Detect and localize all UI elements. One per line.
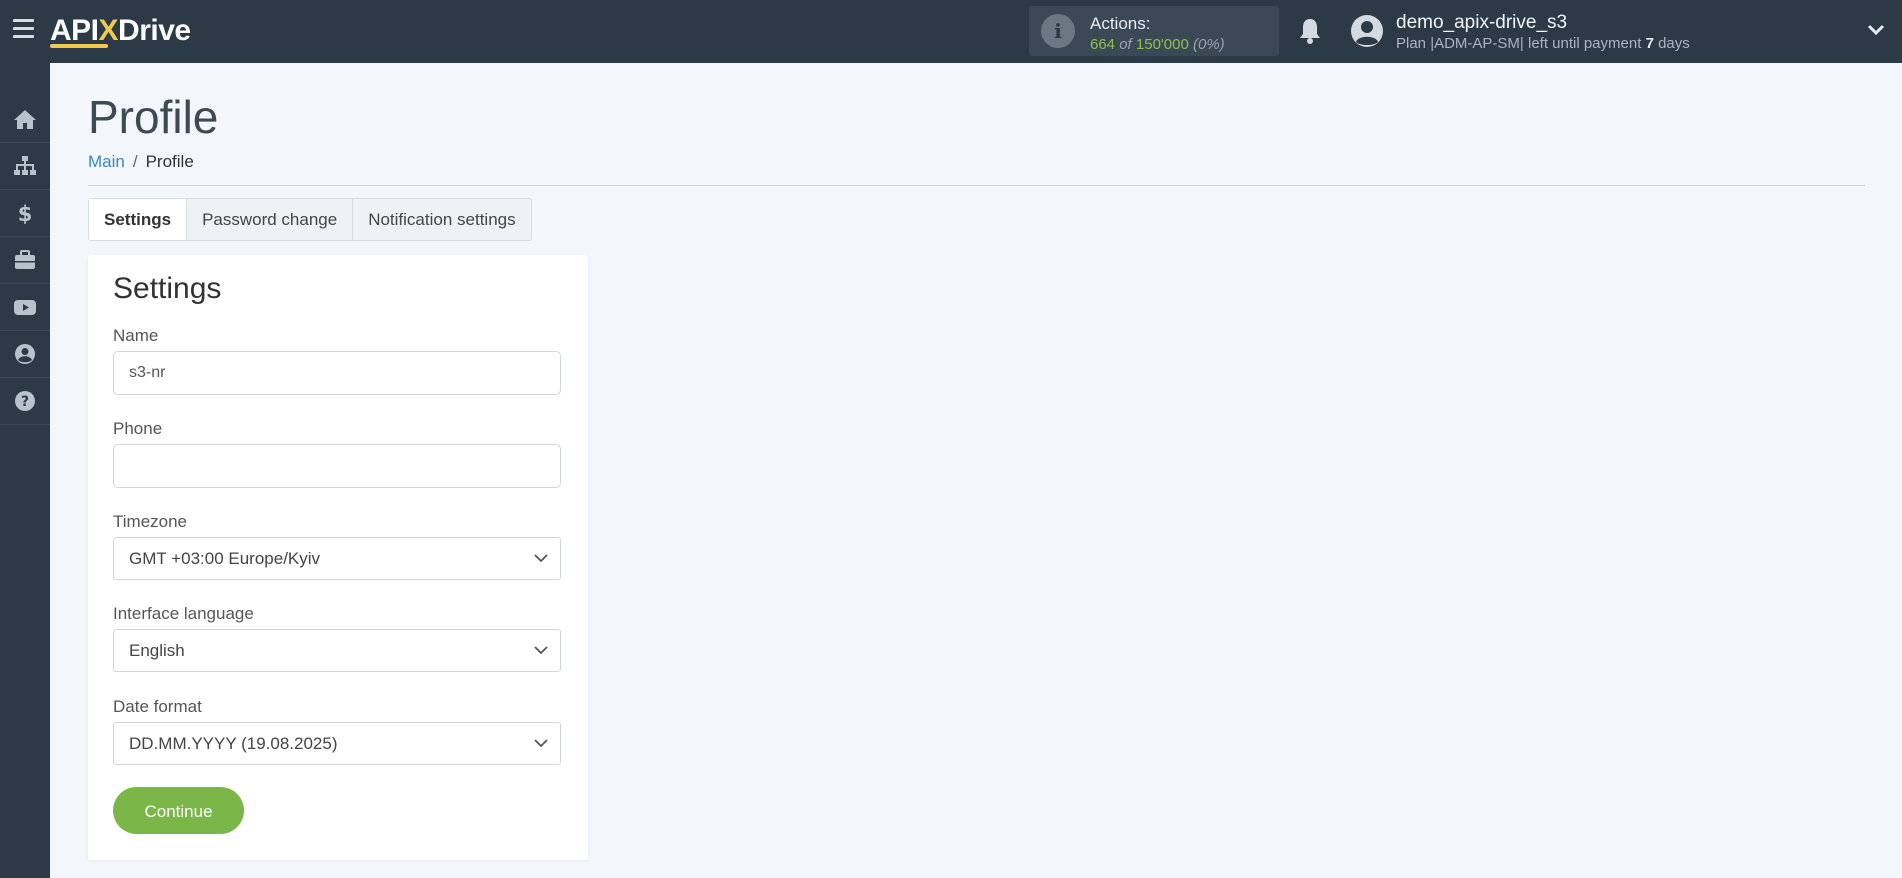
- breadcrumb-current: Profile: [145, 152, 194, 171]
- chevron-down-icon[interactable]: [1866, 22, 1886, 38]
- youtube-icon: [14, 300, 36, 315]
- actions-label: Actions:: [1090, 14, 1151, 33]
- sidebar-item-services[interactable]: [0, 237, 50, 284]
- timezone-value: GMT +03:00 Europe/Kyiv: [129, 549, 321, 568]
- name-field[interactable]: [113, 351, 561, 395]
- sidebar: $ ?: [0, 63, 50, 878]
- timezone-select[interactable]: GMT +03:00 Europe/Kyiv: [113, 537, 561, 580]
- question-circle-icon: ?: [15, 391, 35, 411]
- sitemap-icon: [14, 156, 36, 175]
- svg-text:?: ?: [21, 394, 29, 410]
- language-select[interactable]: English: [113, 629, 561, 672]
- continue-button[interactable]: Continue: [113, 787, 244, 834]
- name-label: Name: [113, 326, 159, 345]
- tab-settings[interactable]: Settings: [89, 199, 188, 240]
- divider: [88, 185, 1865, 186]
- dollar-icon: $: [18, 202, 33, 224]
- actions-usage: 664 of 150'000 (0%): [1090, 36, 1225, 53]
- chevron-down-icon: [534, 554, 548, 563]
- phone-field[interactable]: [113, 444, 561, 488]
- settings-card: Settings Name Phone Timezone GMT +03:00 …: [88, 255, 588, 860]
- bell-icon[interactable]: [1299, 17, 1321, 45]
- home-icon: [14, 110, 36, 129]
- chevron-down-icon: [534, 739, 548, 748]
- sidebar-item-profile[interactable]: [0, 331, 50, 378]
- date-format-value: DD.MM.YYYY (19.08.2025): [129, 734, 338, 753]
- phone-label: Phone: [113, 419, 163, 438]
- language-label: Interface language: [113, 604, 254, 623]
- timezone-label: Timezone: [113, 512, 188, 531]
- user-circle-icon[interactable]: [1350, 14, 1384, 48]
- tab-password-change[interactable]: Password change: [187, 199, 354, 240]
- actions-counter[interactable]: i Actions: 664 of 150'000 (0%): [1029, 6, 1279, 56]
- tab-notification-settings[interactable]: Notification settings: [353, 199, 530, 240]
- breadcrumb-main-link[interactable]: Main: [88, 152, 125, 171]
- user-plan: Plan |ADM-AP-SM| left until payment 7 da…: [1396, 35, 1690, 52]
- sidebar-item-video[interactable]: [0, 284, 50, 331]
- breadcrumb: Main / Profile: [88, 152, 194, 172]
- briefcase-icon: [15, 250, 35, 269]
- language-value: English: [129, 641, 185, 660]
- breadcrumb-separator: /: [132, 152, 138, 171]
- user-circle-icon: [15, 344, 35, 364]
- sidebar-item-connections[interactable]: [0, 143, 50, 190]
- apixdrive-logo[interactable]: APIXDrive: [50, 11, 191, 51]
- profile-tabs: Settings Password change Notification se…: [88, 198, 532, 241]
- hamburger-icon[interactable]: [13, 19, 35, 41]
- sidebar-item-billing[interactable]: $: [0, 190, 50, 237]
- user-name[interactable]: demo_apix-drive_s3: [1396, 12, 1567, 34]
- date-format-select[interactable]: DD.MM.YYYY (19.08.2025): [113, 722, 561, 765]
- date-format-label: Date format: [113, 697, 202, 716]
- sidebar-item-home[interactable]: [0, 96, 50, 143]
- chevron-down-icon: [534, 646, 548, 655]
- svg-text:$: $: [18, 202, 33, 224]
- sidebar-item-help[interactable]: ?: [0, 378, 50, 425]
- top-bar: APIXDrive i Actions: 664 of 150'000 (0%)…: [0, 0, 1902, 63]
- settings-title: Settings: [113, 272, 222, 305]
- page-title: Profile: [88, 91, 219, 143]
- info-icon: i: [1041, 14, 1075, 48]
